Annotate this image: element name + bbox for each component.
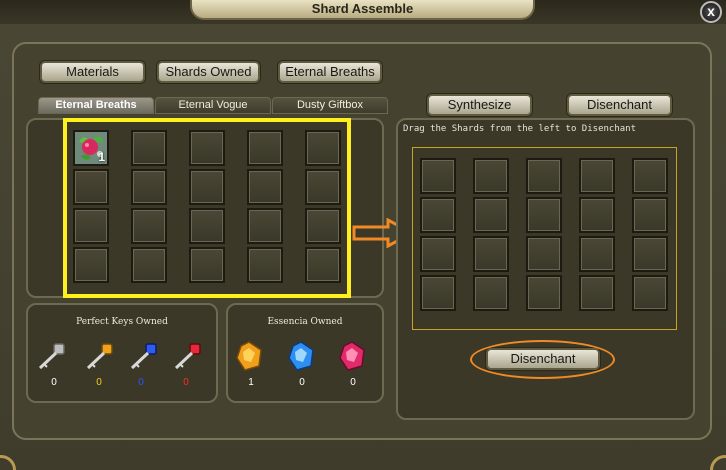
shard-assemble-window: Shard Assemble x Materials Shards Owned … [0,0,726,470]
disenchant-slot[interactable] [473,236,509,272]
eternal-breaths-tab[interactable]: Eternal Breaths [278,61,382,83]
disenchant-slot[interactable] [473,158,509,194]
title-bar: Shard Assemble x [0,0,726,24]
disenchant-slot[interactable] [526,197,562,233]
subtab-eternal-breaths[interactable]: Eternal Breaths [38,97,154,114]
shards-owned-tab[interactable]: Shards Owned [157,61,260,83]
disenchant-grid [420,158,668,311]
red-essence-icon [339,341,365,371]
corner-ornament [0,455,16,470]
close-button[interactable]: x [700,1,722,23]
disenchant-slot[interactable] [632,275,668,311]
disenchant-slot[interactable] [526,275,562,311]
disenchant-slot[interactable] [632,197,668,233]
disenchant-tab[interactable]: Disenchant [567,94,672,116]
blue-essence-count: 0 [299,377,305,388]
window-title: Shard Assemble [190,0,535,20]
corner-ornament [710,455,726,470]
red-key-icon [174,343,201,370]
disenchant-slot[interactable] [420,158,456,194]
disenchant-slot[interactable] [579,158,615,194]
silver-key-icon [38,343,65,370]
disenchant-slot[interactable] [579,236,615,272]
disenchant-slot[interactable] [420,197,456,233]
disenchant-slot[interactable] [526,236,562,272]
gold-key-count: 0 [96,377,102,388]
essence-title: Essencia Owned [267,317,343,327]
disenchant-slot[interactable] [579,197,615,233]
subtab-eternal-vogue[interactable]: Eternal Vogue [155,97,271,114]
synthesize-tab[interactable]: Synthesize [427,94,532,116]
subtab-dusty-giftbox[interactable]: Dusty Giftbox [272,97,388,114]
highlight-frame [63,118,351,298]
disenchant-slot[interactable] [420,275,456,311]
disenchant-slot[interactable] [579,275,615,311]
blue-essence-icon [288,341,314,371]
disenchant-slot[interactable] [632,158,668,194]
keys-title: Perfect Keys Owned [76,317,168,327]
red-essence-count: 0 [350,377,356,388]
disenchant-highlight [470,340,615,379]
disenchant-slot[interactable] [632,236,668,272]
disenchant-slot[interactable] [420,236,456,272]
disenchant-slot[interactable] [526,158,562,194]
red-key-count: 0 [183,377,189,388]
gold-key-icon [86,343,113,370]
blue-key-icon [130,343,157,370]
orange-essence-icon [236,341,262,371]
disenchant-slot[interactable] [473,197,509,233]
disenchant-hint: Drag the Shards from the left to Disench… [403,124,636,134]
blue-key-count: 0 [138,377,144,388]
silver-key-count: 0 [51,377,57,388]
disenchant-slot[interactable] [473,275,509,311]
orange-essence-count: 1 [248,377,254,388]
materials-tab[interactable]: Materials [40,61,145,83]
